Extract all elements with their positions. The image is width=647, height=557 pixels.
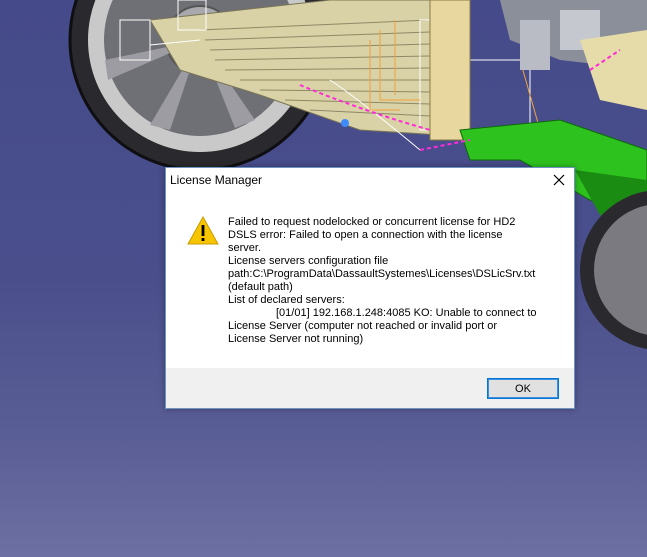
dialog-title: License Manager: [170, 173, 263, 187]
warning-icon: [187, 216, 219, 245]
dialog-button-bar: OK: [166, 368, 574, 408]
error-message: Failed to request nodelocked or concurre…: [228, 216, 558, 346]
message-line: path:C:\ProgramData\DassaultSystemes\Lic…: [228, 268, 536, 280]
message-line: License servers configuration file: [228, 255, 389, 267]
license-manager-dialog: License Manager Failed to request nodelo…: [165, 167, 575, 409]
message-line: Failed to request nodelocked or concurre…: [228, 216, 516, 228]
message-line: License Server (computer not reached or …: [228, 320, 498, 332]
message-line: List of declared servers:: [228, 294, 345, 306]
ok-button[interactable]: OK: [487, 378, 559, 399]
dialog-title-bar[interactable]: License Manager: [166, 168, 574, 192]
close-button[interactable]: [544, 168, 574, 192]
message-line: (default path): [228, 281, 293, 293]
message-line: License Server not running): [228, 333, 364, 345]
message-line: server.: [228, 242, 262, 254]
close-icon: [553, 174, 565, 186]
message-line: DSLS error: Failed to open a connection …: [228, 229, 503, 241]
server-status-line: [01/01] 192.168.1.248:4085 KO: Unable to…: [276, 307, 537, 319]
